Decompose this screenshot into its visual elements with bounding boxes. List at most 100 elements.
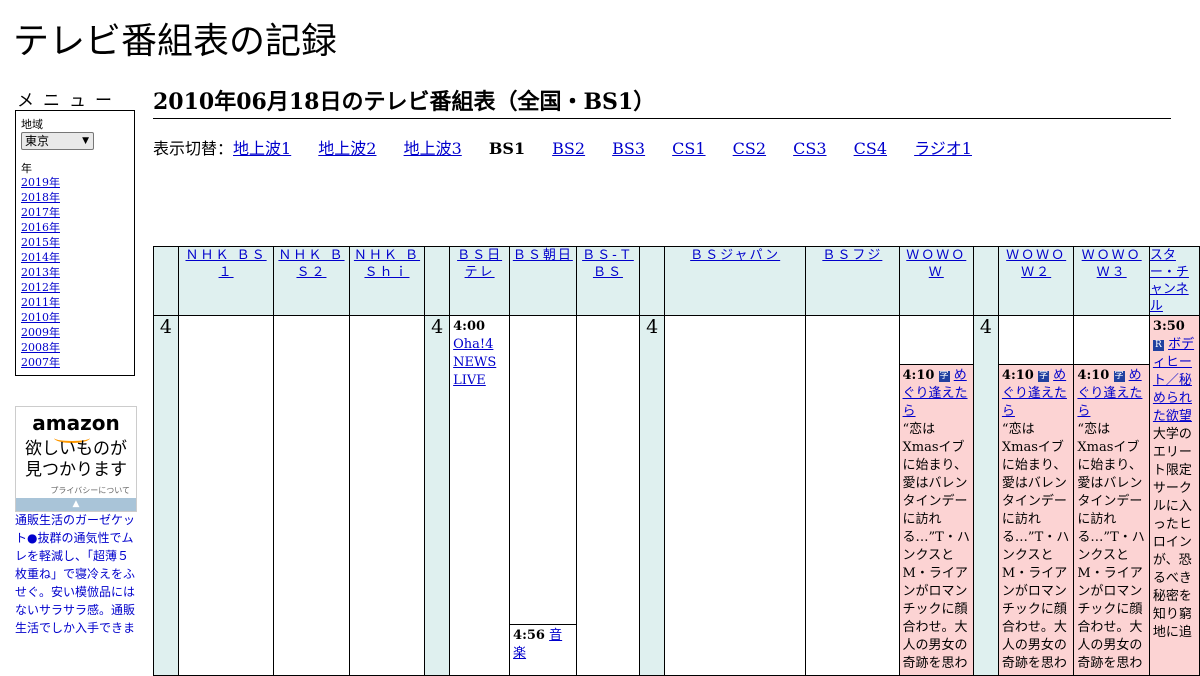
channel-header: ＢＳフジ <box>805 246 900 316</box>
program-description: 大学のエリート限定サークルに入ったヒロインが、恐るべき秘密を知り窮地に追 <box>1152 427 1192 640</box>
switch-link-bs2[interactable]: BS2 <box>552 139 585 158</box>
channel-link[interactable]: ＮＨＫ ＢＳ１ <box>185 248 266 280</box>
channel-header: ＢＳ-ＴＢＳ <box>575 246 641 316</box>
program-cell: 4:10 字 めぐり逢えたら “恋はXmasイブに始まり、愛はバレンタインデーに… <box>997 315 1075 676</box>
subtitle-badge-icon: 字 <box>1038 371 1049 382</box>
switch-link-terrestrial1[interactable]: 地上波1 <box>233 139 291 158</box>
channel-header: ＢＳ日テレ <box>449 246 511 316</box>
hour-header-spacer <box>424 246 451 316</box>
channel-link[interactable]: ＮＨＫ ＢＳ２ <box>278 248 344 280</box>
program-cell <box>805 315 900 676</box>
year-link[interactable]: 2017年 <box>21 205 60 220</box>
subtitle-badge-icon: 字 <box>1113 371 1125 382</box>
menu-panel: 地域 東京 ▼ 年 2019年 2018年 2017年 2016年 2015年 … <box>15 110 135 376</box>
ad-text-link[interactable]: 通販生活のガーゼケット●抜群の通気性でムレを軽減し、「超薄５枚重ね」で寝冷えをふ… <box>15 511 137 637</box>
switch-link-bs3[interactable]: BS3 <box>612 139 645 158</box>
hour-header-spacer <box>973 246 999 316</box>
year-link[interactable]: 2008年 <box>21 340 60 355</box>
hour-header-spacer <box>639 246 666 316</box>
channel-link[interactable]: スター・チャンネル <box>1150 248 1189 314</box>
hour-cell: 4 <box>153 315 179 676</box>
subtitle-badge-icon: 字 <box>938 371 950 382</box>
year-label: 年 <box>21 162 32 175</box>
program-cell <box>664 315 807 676</box>
channel-header: ＷＯＷＯＷ <box>898 246 975 316</box>
channel-header: ＮＨＫ ＢＳｈｉ <box>348 246 426 316</box>
switch-link-radio1[interactable]: ラジオ1 <box>914 139 972 158</box>
year-link[interactable]: 2007年 <box>21 355 60 370</box>
channel-link[interactable]: ＷＯＷＯＷ <box>906 248 966 280</box>
view-switcher: 表示切替：地上波1 地上波2 地上波3 BS1 BS2 BS3 CS1 CS2 … <box>153 135 994 159</box>
channel-header: ＷＯＷＯＷ３ <box>1073 246 1150 316</box>
channel-link[interactable]: ＮＨＫ ＢＳｈｉ <box>354 248 420 280</box>
year-link[interactable]: 2015年 <box>21 235 60 250</box>
program-title-link[interactable]: Oha!4 NEWS LIVE <box>453 337 496 388</box>
region-select[interactable]: 東京 ▼ <box>21 132 94 150</box>
program-time: 4:10 <box>902 368 935 383</box>
triangle-up-icon: ▲ <box>72 499 80 509</box>
program-cell: 4:10 字 めぐり逢えたら “恋はXmasイブに始まり、愛はバレンタインデーに… <box>898 315 975 676</box>
hour-cell: 4 <box>639 315 666 676</box>
program-cell: 4:00 Oha!4 NEWS LIVE <box>449 315 511 676</box>
program-cell <box>273 315 350 676</box>
channel-link[interactable]: ＢＳ日テレ <box>457 248 502 280</box>
ad-privacy-link[interactable]: プライバシーについて <box>50 485 130 496</box>
rerun-badge-icon: R <box>1152 340 1164 351</box>
program-time: 3:50 <box>1152 319 1185 334</box>
year-link[interactable]: 2009年 <box>21 325 60 340</box>
channel-link[interactable]: ＢＳジャパン <box>690 248 780 263</box>
switch-link-terrestrial2[interactable]: 地上波2 <box>318 139 376 158</box>
channel-header: ＢＳ朝日 <box>509 246 577 316</box>
channel-header: スター・チャンネル <box>1148 246 1200 316</box>
channel-header: ＮＨＫ ＢＳ１ <box>177 246 275 316</box>
switch-link-terrestrial3[interactable]: 地上波3 <box>404 139 462 158</box>
program-cell <box>348 315 426 676</box>
year-link[interactable]: 2012年 <box>21 280 60 295</box>
channel-link[interactable]: ＷＯＷＯＷ２ <box>1006 248 1066 280</box>
channel-link[interactable]: ＷＯＷＯＷ３ <box>1082 248 1142 280</box>
program-time: 4:10 <box>1077 368 1110 383</box>
program-time: 4:00 <box>453 319 486 334</box>
year-link[interactable]: 2013年 <box>21 265 60 280</box>
channel-header: ＢＳジャパン <box>664 246 807 316</box>
switch-current-bs1: BS1 <box>488 139 526 158</box>
year-link[interactable]: 2018年 <box>21 190 60 205</box>
region-label: 地域 <box>21 118 43 131</box>
year-link[interactable]: 2011年 <box>21 295 60 310</box>
program-time: 4:56 <box>513 628 545 643</box>
switch-link-cs4[interactable]: CS4 <box>854 139 887 158</box>
menu-title: メニュー <box>17 91 121 111</box>
program-description: “恋はXmasイブに始まり、愛はバレンタインデーに訪れる…”T・ハンクスとM・ラ… <box>1001 422 1070 671</box>
hour-header-spacer <box>153 246 179 316</box>
site-title: テレビ番組表の記録 <box>13 21 338 62</box>
program-cell <box>177 315 275 676</box>
year-link[interactable]: 2014年 <box>21 250 60 265</box>
amazon-logo: amazon <box>32 411 120 435</box>
ad-collapse-bar[interactable]: ▲ <box>16 498 136 511</box>
program-time: 4:10 <box>1001 368 1034 383</box>
program-grid: ＮＨＫ ＢＳ１ ＮＨＫ ＢＳ２ ＮＨＫ ＢＳｈｉ ＢＳ日テレ ＢＳ朝日 ＢＳ-Ｔ… <box>153 246 1200 676</box>
channel-link[interactable]: ＢＳ朝日 <box>513 248 573 263</box>
switch-link-cs3[interactable]: CS3 <box>793 139 826 158</box>
region-select-value: 東京 <box>25 134 50 148</box>
page-title: 2010年06月18日のテレビ番組表（全国・BS1） <box>153 84 1171 119</box>
channel-link[interactable]: ＢＳ-ＴＢＳ <box>582 248 634 280</box>
program-cell: 3:50 R ボディヒート／秘められた欲望 大学のエリート限定サークルに入ったヒ… <box>1148 315 1200 676</box>
switch-link-cs1[interactable]: CS1 <box>672 139 705 158</box>
program-cell: 4:56 音楽 <box>509 315 577 676</box>
year-list: 2019年 2018年 2017年 2016年 2015年 2014年 2013… <box>21 175 60 370</box>
switcher-label: 表示切替： <box>153 139 234 158</box>
ad-copy-line: 見つかります <box>25 460 127 480</box>
year-link[interactable]: 2019年 <box>21 175 60 190</box>
chevron-down-icon: ▼ <box>82 136 89 146</box>
ad-copy: 欲しいものが 見つかります <box>16 439 136 481</box>
hour-cell: 4 <box>973 315 999 676</box>
channel-link[interactable]: ＢＳフジ <box>822 248 882 263</box>
switch-link-cs2[interactable]: CS2 <box>733 139 766 158</box>
year-link[interactable]: 2010年 <box>21 310 60 325</box>
program-cell: 4:10 字 めぐり逢えたら “恋はXmasイブに始まり、愛はバレンタインデーに… <box>1073 315 1150 676</box>
amazon-ad-banner[interactable]: amazon 欲しいものが 見つかります プライバシーについて ▲ <box>15 406 137 512</box>
year-link[interactable]: 2016年 <box>21 220 60 235</box>
channel-header: ＮＨＫ ＢＳ２ <box>273 246 350 316</box>
ad-copy-line: 欲しいものが <box>25 439 127 459</box>
